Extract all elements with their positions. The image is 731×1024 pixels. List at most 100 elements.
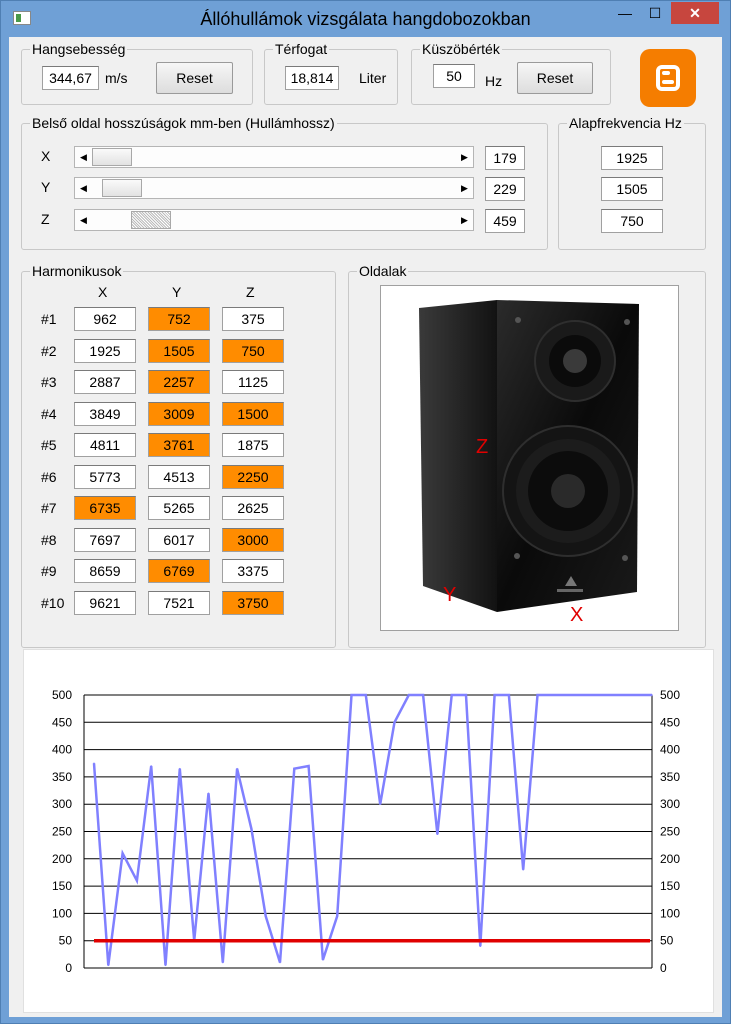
sound-speed-label: Hangsebesség [30, 41, 128, 57]
scroll-right-arrow-icon[interactable]: ▶ [456, 147, 473, 167]
harmonics-series-point [436, 833, 439, 835]
close-button[interactable]: ✕ [671, 2, 719, 24]
harmonics-series-point [450, 694, 453, 696]
harmonics-series-point [107, 964, 110, 967]
harmonics-series-point [179, 767, 181, 770]
harmonics-series-point [508, 694, 510, 696]
dimension-x-value[interactable]: 179 [485, 146, 525, 170]
harmonic-cell: 962 [74, 307, 136, 331]
client-area: Hangsebesség 344,67 m/s Reset Térfogat 1… [9, 37, 722, 1017]
harmonics-series-point [522, 868, 524, 871]
harmonic-cell: 3750 [222, 590, 284, 615]
harmonics-series-point [422, 694, 424, 696]
scroll-left-arrow-icon[interactable]: ◀ [75, 210, 92, 230]
harmonics-series-point [264, 915, 267, 917]
harmonic-cell: 5773 [74, 464, 136, 489]
harmonic-cell: 1875 [222, 433, 284, 457]
y-tick-label-right: 350 [660, 770, 680, 784]
maximize-button[interactable]: ☐ [641, 2, 669, 24]
harmonic-cell: 3761 [148, 433, 210, 457]
harmonics-series-point [608, 694, 610, 696]
dimension-y-label: Y [41, 179, 51, 195]
harmonic-cell: 1500 [222, 401, 284, 426]
harmonics-series-point [336, 915, 339, 917]
dimension-y-scrollbar[interactable]: ◀ ▶ [74, 177, 474, 199]
harmonic-row-label: #4 [41, 405, 57, 422]
harmonic-cell: 2625 [222, 496, 284, 520]
harmonics-series-point [365, 694, 367, 696]
sides-label: Oldalak [357, 263, 409, 279]
y-tick-label-right: 50 [660, 934, 674, 948]
harmonic-cell: 6017 [148, 527, 210, 552]
harmonics-header-y: Y [172, 284, 182, 300]
threshold-group: Küszöbérték 50 Hz Reset [411, 41, 611, 105]
harmonics-series-point [479, 945, 482, 947]
title-bar[interactable]: Állóhullámok vizsgálata hangdobozokban —… [1, 1, 730, 37]
fundamental-y-value: 1505 [601, 177, 663, 201]
dimensions-group: Belső oldal hosszúságok mm-ben (Hullámho… [21, 115, 548, 250]
harmonics-series-point [551, 694, 553, 696]
y-tick-label-left: 450 [52, 715, 72, 729]
y-tick-label-right: 500 [660, 688, 680, 702]
dimension-y-scroll-thumb[interactable] [102, 179, 142, 197]
harmonics-series-point [350, 694, 353, 696]
sound-speed-input[interactable]: 344,67 [42, 66, 99, 90]
harmonics-series-point [136, 879, 138, 882]
harmonics-series-point [250, 828, 253, 830]
harmonics-series-point [121, 852, 124, 855]
dimensions-label: Belső oldal hosszúságok mm-ben (Hullámho… [30, 115, 337, 131]
threshold-reset-button[interactable]: Reset [517, 62, 593, 94]
harmonic-cell: 2887 [74, 370, 136, 394]
y-tick-label-left: 50 [59, 934, 73, 948]
harmonics-series-point [536, 694, 539, 696]
side-mark-z: Z [476, 436, 489, 458]
harmonics-header-z: Z [246, 284, 255, 300]
harmonic-cell: 3375 [222, 559, 284, 583]
speaker-image [419, 300, 639, 612]
y-tick-label-left: 0 [65, 961, 72, 975]
dimension-z-scrollbar[interactable]: ◀ ▶ [74, 209, 474, 231]
scroll-left-arrow-icon[interactable]: ◀ [75, 147, 92, 167]
dimension-z-scroll-thumb[interactable] [131, 211, 171, 229]
sound-speed-reset-button[interactable]: Reset [156, 62, 233, 94]
dimension-y-value[interactable]: 229 [485, 177, 525, 201]
harmonic-cell: 1505 [148, 338, 210, 363]
harmonic-cell: 375 [222, 307, 284, 331]
harmonics-series-point [622, 694, 625, 696]
dimension-z-value[interactable]: 459 [485, 209, 525, 233]
threshold-input[interactable]: 50 [433, 64, 475, 88]
harmonic-cell: 8659 [74, 559, 136, 583]
harmonic-cell: 7521 [148, 590, 210, 615]
dimension-z-label: Z [41, 211, 50, 227]
y-tick-label-right: 450 [660, 715, 680, 729]
sound-speed-unit: m/s [105, 70, 128, 86]
side-mark-y: Y [443, 584, 457, 606]
volume-label: Térfogat [273, 41, 330, 57]
harmonics-series-point [207, 792, 210, 795]
harmonic-cell: 5265 [148, 496, 210, 520]
y-tick-label-left: 100 [52, 906, 72, 920]
dimension-x-scroll-thumb[interactable] [92, 148, 132, 166]
blogger-logo-icon[interactable] [640, 49, 696, 107]
harmonics-series-point [279, 961, 281, 964]
harmonic-row-label: #7 [41, 500, 57, 516]
harmonics-chart-svg: 0 0 50 50 100 100 150 150 200 200 250 250 300 300 350 3… [52, 688, 680, 975]
harmonics-series-point [307, 765, 310, 767]
dimension-x-label: X [41, 148, 51, 164]
app-window: Állóhullámok vizsgálata hangdobozokban —… [0, 0, 731, 1024]
harmonic-cell: 750 [222, 338, 284, 363]
harmonic-row-label: #2 [41, 342, 57, 359]
threshold-unit: Hz [485, 73, 503, 89]
minimize-button[interactable]: — [611, 2, 639, 24]
scroll-left-arrow-icon[interactable]: ◀ [75, 178, 92, 198]
harmonic-cell: 2257 [148, 370, 210, 394]
harmonics-group: Harmonikusok X Y Z #1 962 752 375 #2 1925 1505 750… [21, 263, 336, 648]
volume-group: Térfogat 18,814 Liter [264, 41, 398, 105]
scroll-right-arrow-icon[interactable]: ▶ [456, 178, 473, 198]
sound-speed-group: Hangsebesség 344,67 m/s Reset [21, 41, 253, 105]
scroll-right-arrow-icon[interactable]: ▶ [456, 210, 473, 230]
harmonic-row-label: #8 [41, 531, 57, 548]
dimension-x-scrollbar[interactable]: ◀ ▶ [74, 146, 474, 168]
y-tick-label-left: 200 [52, 852, 72, 866]
harmonics-series-line [92, 693, 652, 966]
